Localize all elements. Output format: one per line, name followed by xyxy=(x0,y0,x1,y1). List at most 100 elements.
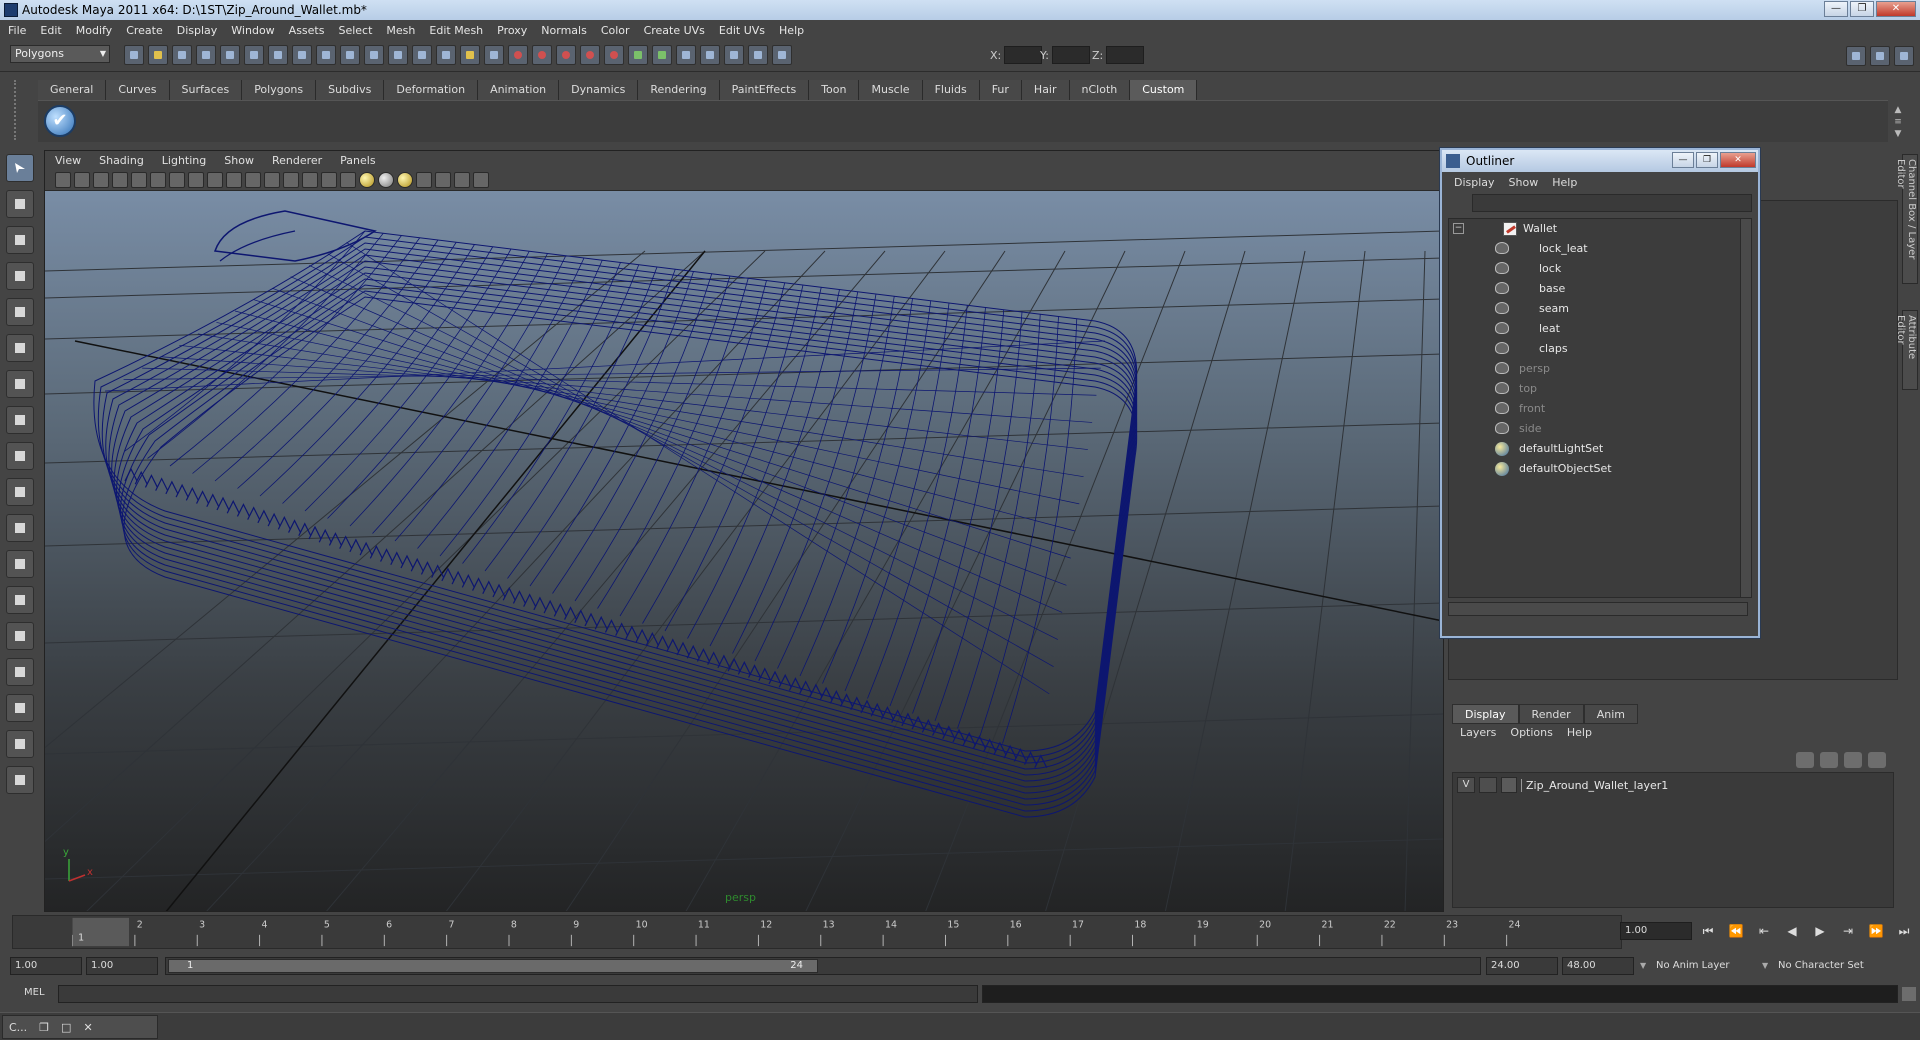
shelf-tab-general[interactable]: General xyxy=(38,80,107,100)
safe-title-icon[interactable] xyxy=(264,171,280,188)
z-input[interactable] xyxy=(1106,46,1145,64)
shelf-tab-subdivs[interactable]: Subdivs xyxy=(316,80,385,100)
new-scene-icon[interactable] xyxy=(124,45,144,65)
outliner-toggle-icon[interactable] xyxy=(676,45,696,65)
close-button[interactable]: ✕ xyxy=(1876,1,1916,17)
select-tool-icon[interactable] xyxy=(6,154,34,182)
layer-tab-render[interactable]: Render xyxy=(1518,704,1584,724)
persp-outliner-layout-icon[interactable] xyxy=(6,586,34,614)
shelf-tab-animation[interactable]: Animation xyxy=(478,80,560,100)
menu-window[interactable]: Window xyxy=(231,24,274,37)
soft-mod-tool-icon[interactable] xyxy=(6,406,34,434)
outliner-item-base[interactable]: base xyxy=(1449,279,1747,299)
layer-display-type-toggle[interactable] xyxy=(1479,777,1497,793)
attribute-editor-side-tab[interactable]: Attribute Editor xyxy=(1895,310,1918,390)
single-perspective-layout-icon[interactable] xyxy=(6,514,34,542)
snap-grid-icon[interactable] xyxy=(292,45,312,65)
menu-edit-mesh[interactable]: Edit Mesh xyxy=(429,24,483,37)
character-set-dropdown[interactable]: No Character Set xyxy=(1762,957,1894,975)
shelf-grip[interactable] xyxy=(14,80,28,140)
hypershade-persp-layout-icon[interactable] xyxy=(6,658,34,686)
help-icon[interactable] xyxy=(436,45,456,65)
outliner-item-lock[interactable]: lock xyxy=(1449,259,1747,279)
range-slider[interactable]: 1 24 xyxy=(165,957,1481,975)
new-layer-from-selected-icon[interactable] xyxy=(1868,752,1886,768)
time-slider[interactable]: 123456789101112131415161718192021222324 … xyxy=(12,915,1622,949)
menu-set-selector[interactable]: Polygons xyxy=(10,45,110,63)
default-light-icon[interactable] xyxy=(397,171,413,188)
snap-plane-icon[interactable] xyxy=(364,45,384,65)
history-icon[interactable] xyxy=(412,45,432,65)
2d-pan-zoom-icon[interactable] xyxy=(131,171,147,188)
ipr-render-icon[interactable] xyxy=(532,45,552,65)
viewport-menu-lighting[interactable]: Lighting xyxy=(162,154,206,167)
shelf-scroll-arrows[interactable]: ▲ ≡ ▼ xyxy=(1890,104,1906,140)
persp-graph-hypergraph-layout-icon[interactable] xyxy=(6,694,34,722)
outliner-item-claps[interactable]: claps xyxy=(1449,339,1747,359)
move-tool-icon[interactable] xyxy=(6,262,34,290)
outliner-item-leat[interactable]: leat xyxy=(1449,319,1747,339)
open-scene-icon[interactable] xyxy=(148,45,168,65)
expand-toggle-icon[interactable]: − xyxy=(1453,223,1464,234)
start-time-field[interactable]: 1.00 xyxy=(10,957,82,975)
tool-settings-toggle-icon[interactable] xyxy=(1870,46,1890,66)
shelf-tab-muscle[interactable]: Muscle xyxy=(859,80,923,100)
viewport-menu-shading[interactable]: Shading xyxy=(99,154,144,167)
paint-select-tool-icon[interactable] xyxy=(6,226,34,254)
image-plane-icon[interactable] xyxy=(112,171,128,188)
perspective-viewport[interactable]: View Shading Lighting Show Renderer Pane… xyxy=(44,150,1444,912)
quick-rename-icon[interactable] xyxy=(748,45,768,65)
smooth-shade-icon[interactable] xyxy=(302,171,318,188)
shadows-icon[interactable] xyxy=(378,171,394,188)
scale-tool-icon[interactable] xyxy=(6,334,34,362)
menu-mesh[interactable]: Mesh xyxy=(386,24,415,37)
shelf-tab-custom[interactable]: Custom xyxy=(1130,80,1198,100)
menu-create-uvs[interactable]: Create UVs xyxy=(644,24,705,37)
minimized-window-item[interactable]: C... ❐ □ ✕ xyxy=(2,1015,158,1039)
viewport-canvas[interactable]: y x xyxy=(45,191,1443,912)
output-ops-icon[interactable] xyxy=(652,45,672,65)
wireframe-icon[interactable] xyxy=(283,171,299,188)
lasso-tool-icon[interactable] xyxy=(6,190,34,218)
shelf-tab-rendering[interactable]: Rendering xyxy=(638,80,720,100)
viewport-menu-view[interactable]: View xyxy=(55,154,81,167)
checkmark-icon[interactable]: ✔ xyxy=(44,105,76,137)
menu-edit[interactable]: Edit xyxy=(40,24,61,37)
persp-graph-layout-icon[interactable] xyxy=(6,622,34,650)
transform-tool-icon[interactable] xyxy=(772,45,792,65)
universal-manipulator-icon[interactable] xyxy=(6,370,34,398)
shelf-tab-dynamics[interactable]: Dynamics xyxy=(559,80,639,100)
new-empty-layer-icon[interactable] xyxy=(1844,752,1862,768)
camera-attributes-icon[interactable] xyxy=(74,171,90,188)
step-back-frame-icon[interactable]: ⇤ xyxy=(1754,922,1774,940)
animation-start-field[interactable]: 1.00 xyxy=(86,957,158,975)
outliner-item-default-light-set[interactable]: defaultLightSet xyxy=(1449,439,1747,459)
use-all-lights-icon[interactable] xyxy=(359,171,375,188)
command-input[interactable] xyxy=(58,985,978,1003)
attribute-editor-toggle-icon[interactable] xyxy=(1846,46,1866,66)
minimize-button[interactable]: — xyxy=(1824,1,1848,17)
shelf-tab-toon[interactable]: Toon xyxy=(809,80,860,100)
render-settings-icon[interactable] xyxy=(556,45,576,65)
animation-end-field[interactable]: 48.00 xyxy=(1562,957,1634,975)
shelf-tab-deformation[interactable]: Deformation xyxy=(384,80,479,100)
restore-icon[interactable]: ❐ xyxy=(39,1021,49,1034)
menu-edit-uvs[interactable]: Edit UVs xyxy=(719,24,765,37)
lock-icon[interactable] xyxy=(460,45,480,65)
go-to-end-icon[interactable]: ⏭ xyxy=(1894,922,1914,940)
gate-mask-icon[interactable] xyxy=(207,171,223,188)
step-back-key-icon[interactable]: ⏪ xyxy=(1726,922,1746,940)
channel-box-side-tab[interactable]: Channel Box / Layer Editor xyxy=(1895,154,1918,284)
shelf-tab-polygons[interactable]: Polygons xyxy=(242,80,317,100)
outliner-item-side[interactable]: side xyxy=(1449,419,1747,439)
bookmarks-icon[interactable] xyxy=(93,171,109,188)
layer-name[interactable]: Zip_Around_Wallet_layer1 xyxy=(1521,778,1668,792)
go-to-start-icon[interactable]: ⏮ xyxy=(1698,922,1718,940)
outliner-menu-show[interactable]: Show xyxy=(1509,176,1539,189)
layer-menu-options[interactable]: Options xyxy=(1510,726,1552,739)
select-object-icon[interactable] xyxy=(220,45,240,65)
render-icon[interactable] xyxy=(508,45,528,65)
outliner-item-front[interactable]: front xyxy=(1449,399,1747,419)
field-chart-icon[interactable] xyxy=(226,171,242,188)
snap-curve-icon[interactable] xyxy=(316,45,336,65)
